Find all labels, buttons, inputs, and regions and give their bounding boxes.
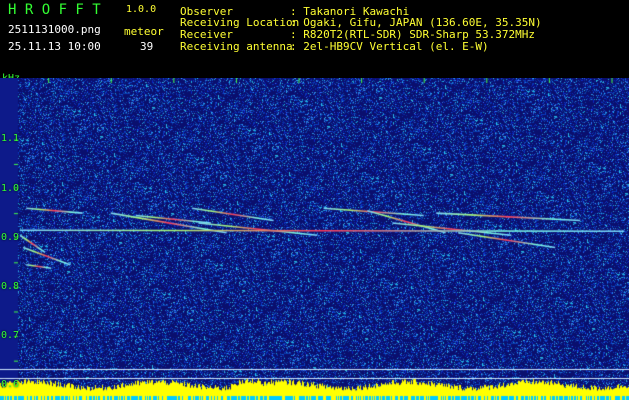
location-label: Receiving Location	[180, 16, 300, 29]
y-tick-label: 0.8	[1, 280, 20, 292]
date-time: 25.11.13 10:00	[8, 40, 101, 53]
y-tick-label: 0.7	[1, 330, 20, 342]
meteor-label: meteor	[124, 25, 164, 38]
header-panel: H R O F F T 1.0.0 2511131000.png meteor …	[0, 0, 629, 91]
meteor-count: 39	[140, 40, 154, 53]
app-version: 1.0.0	[126, 4, 157, 15]
y-tick-label: 1.1	[1, 133, 20, 145]
location-value: : Ogaki, Gifu, JAPAN (136.60E, 35.35N)	[290, 16, 542, 29]
antenna-label: Receiving antenna	[180, 40, 293, 53]
y-tick-label: 0.9	[1, 231, 20, 243]
y-tick-label: 1.0	[1, 182, 20, 194]
app-logo: H R O F F T	[8, 2, 101, 18]
y-tick-label: 0.6	[1, 379, 20, 391]
receiver-label: Receiver	[180, 28, 233, 41]
antenna-value: : 2el-HB9CV Vertical (el. E-W)	[290, 40, 489, 53]
file-name: 2511131000.png	[8, 23, 101, 36]
spectrogram-canvas	[0, 78, 629, 400]
receiver-value: : R820T2(RTL-SDR) SDR-Sharp 53.372MHz	[290, 28, 536, 41]
